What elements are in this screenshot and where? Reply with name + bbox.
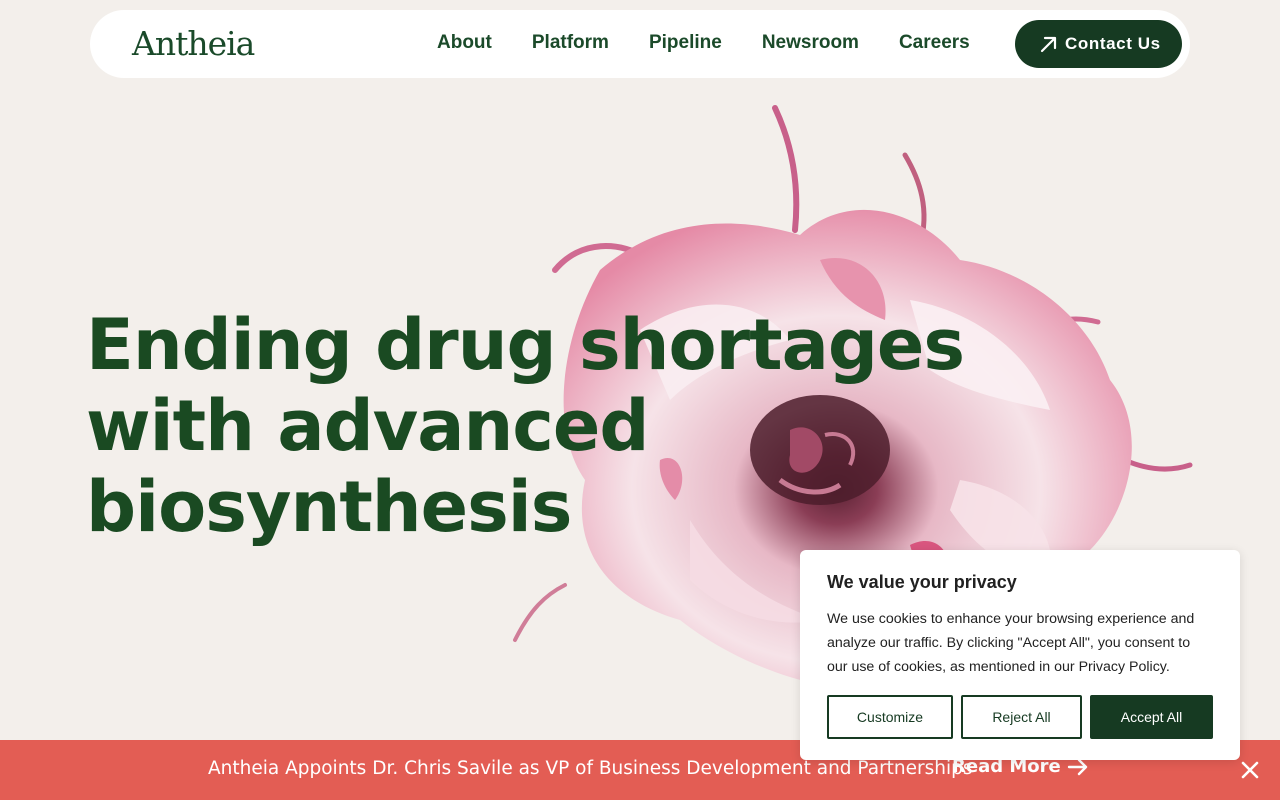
arrow-up-right-icon: [1040, 36, 1057, 53]
cookie-title: We value your privacy: [827, 572, 1017, 592]
nav-link-newsroom[interactable]: Newsroom: [762, 32, 859, 54]
contact-us-button[interactable]: Contact Us: [1015, 20, 1182, 68]
antheia-logo[interactable]: Antheia: [132, 24, 255, 63]
nav-link-about[interactable]: About: [437, 32, 492, 54]
top-navigation: Antheia About Platform Pipeline Newsroom…: [90, 10, 1190, 78]
cookie-buttons: Customize Reject All Accept All: [827, 695, 1213, 739]
hero-line-2: with advanced: [86, 385, 649, 467]
nav-link-careers[interactable]: Careers: [899, 32, 970, 54]
reject-all-button[interactable]: Reject All: [961, 695, 1082, 739]
cookie-consent-dialog: We value your privacy We use cookies to …: [800, 550, 1240, 760]
close-icon[interactable]: [1240, 760, 1260, 780]
hero-line-1: Ending drug shortages: [86, 304, 965, 386]
nav-link-platform[interactable]: Platform: [532, 32, 609, 54]
customize-button[interactable]: Customize: [827, 695, 953, 739]
nav-links: About Platform Pipeline Newsroom Careers: [437, 32, 1010, 54]
contact-us-label: Contact Us: [1065, 34, 1161, 53]
nav-link-pipeline[interactable]: Pipeline: [649, 32, 722, 54]
cookie-body: We use cookies to enhance your browsing …: [827, 611, 1195, 675]
announcement-text: Antheia Appoints Dr. Chris Savile as VP …: [208, 758, 973, 779]
hero-line-3: biosynthesis: [86, 466, 572, 548]
hero-headline: Ending drug shortages with advanced bios…: [86, 305, 1086, 548]
accept-all-button[interactable]: Accept All: [1090, 695, 1213, 739]
